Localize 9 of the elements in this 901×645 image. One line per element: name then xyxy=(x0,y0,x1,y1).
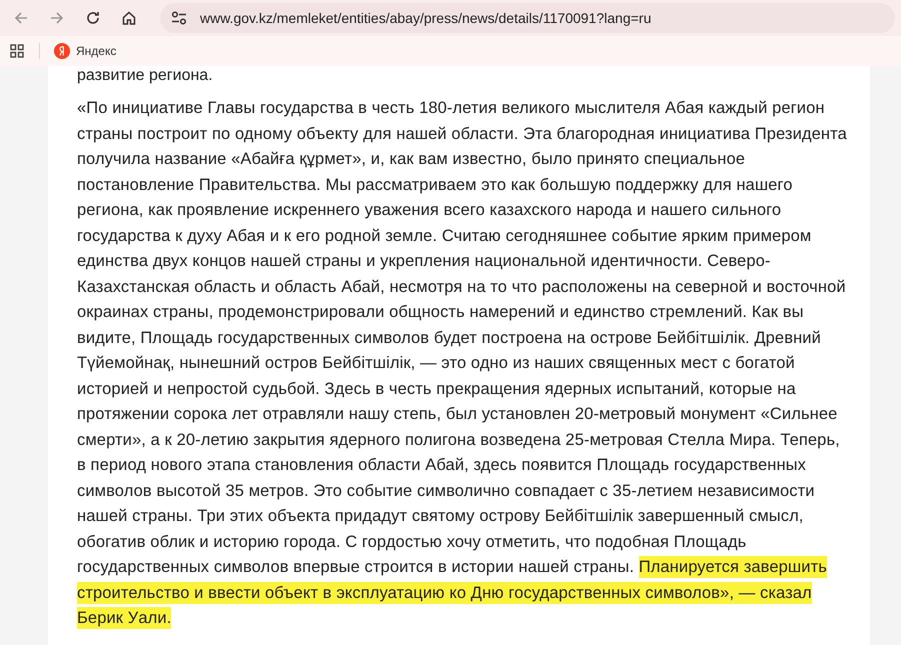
site-settings-icon[interactable] xyxy=(170,10,188,26)
bookmark[interactable]: Яндекс xyxy=(54,43,116,59)
article-text: развитие региона. xyxy=(77,66,214,86)
reload-icon[interactable] xyxy=(85,10,101,26)
address-bar[interactable]: www.gov.kz/memleket/entities/abay/press/news/details/1170091?lang=ru xyxy=(160,3,895,33)
article-paragraph: «По инициативе Главы государства в честь 180-летия великого мыслителя Абая каждый регион страны построит по одному объекту для нашей области. Эта благородная инициатива Президента получила название «Абайға құрмет», и, как вам известно, было принято специальное постановление Правительства. Мы рассматриваем это как большую поддержку для нашего региона, как проявление искреннего уважения всего казахского народа и нашего сильного государства к духу Абая и к его родной земле. Считаю сегодняшнее событие ярким примером единства двух концов нашей страны и укрепления национальной идентичности. Северо-Казахстанская область и область Абай, несмотря на то что расположены на северной и восточной окраинах страны, продемонстрировали общность намерений и единство стремлений. Как вы видите, Площадь государственных символов будет построена на острове Бейбітшілік. Древний Түйемойнақ, нынешний остров Бейбітшілік, — это одно из наших священных мест с богатой историей и непростой судьбой. Здесь в честь прекращения ядерных испытаний, которые на протяжении сорока лет отравляли нашу степь, был установлен 20-метровый монумент «Сильнее смерти», а к 20-летию закрытия ядерного полигона возведена 25-метровая Стелла Мира. Теперь, в период нового этапа становления области Абай, здесь появится Площадь государственных символов высотой 35 метров. Это событие символично совпадает с 35-летием независимости нашей страны. Три этих объекта придадут святому острову Бейбітшілік завершенный смысл, обогатив облик и историю города. С гордостью хочу отметить, что подобная Площадь государственных символов впервые строится в истории нашей страны. Планируется завершить строительство и ввести объект в эксплуатацию ко Дню государственных символов», — сказал Берик Уали. xyxy=(77,98,848,631)
bookmark-logo-icon xyxy=(54,43,70,59)
apps-grid-icon[interactable] xyxy=(10,44,24,58)
home-icon[interactable] xyxy=(121,10,137,26)
